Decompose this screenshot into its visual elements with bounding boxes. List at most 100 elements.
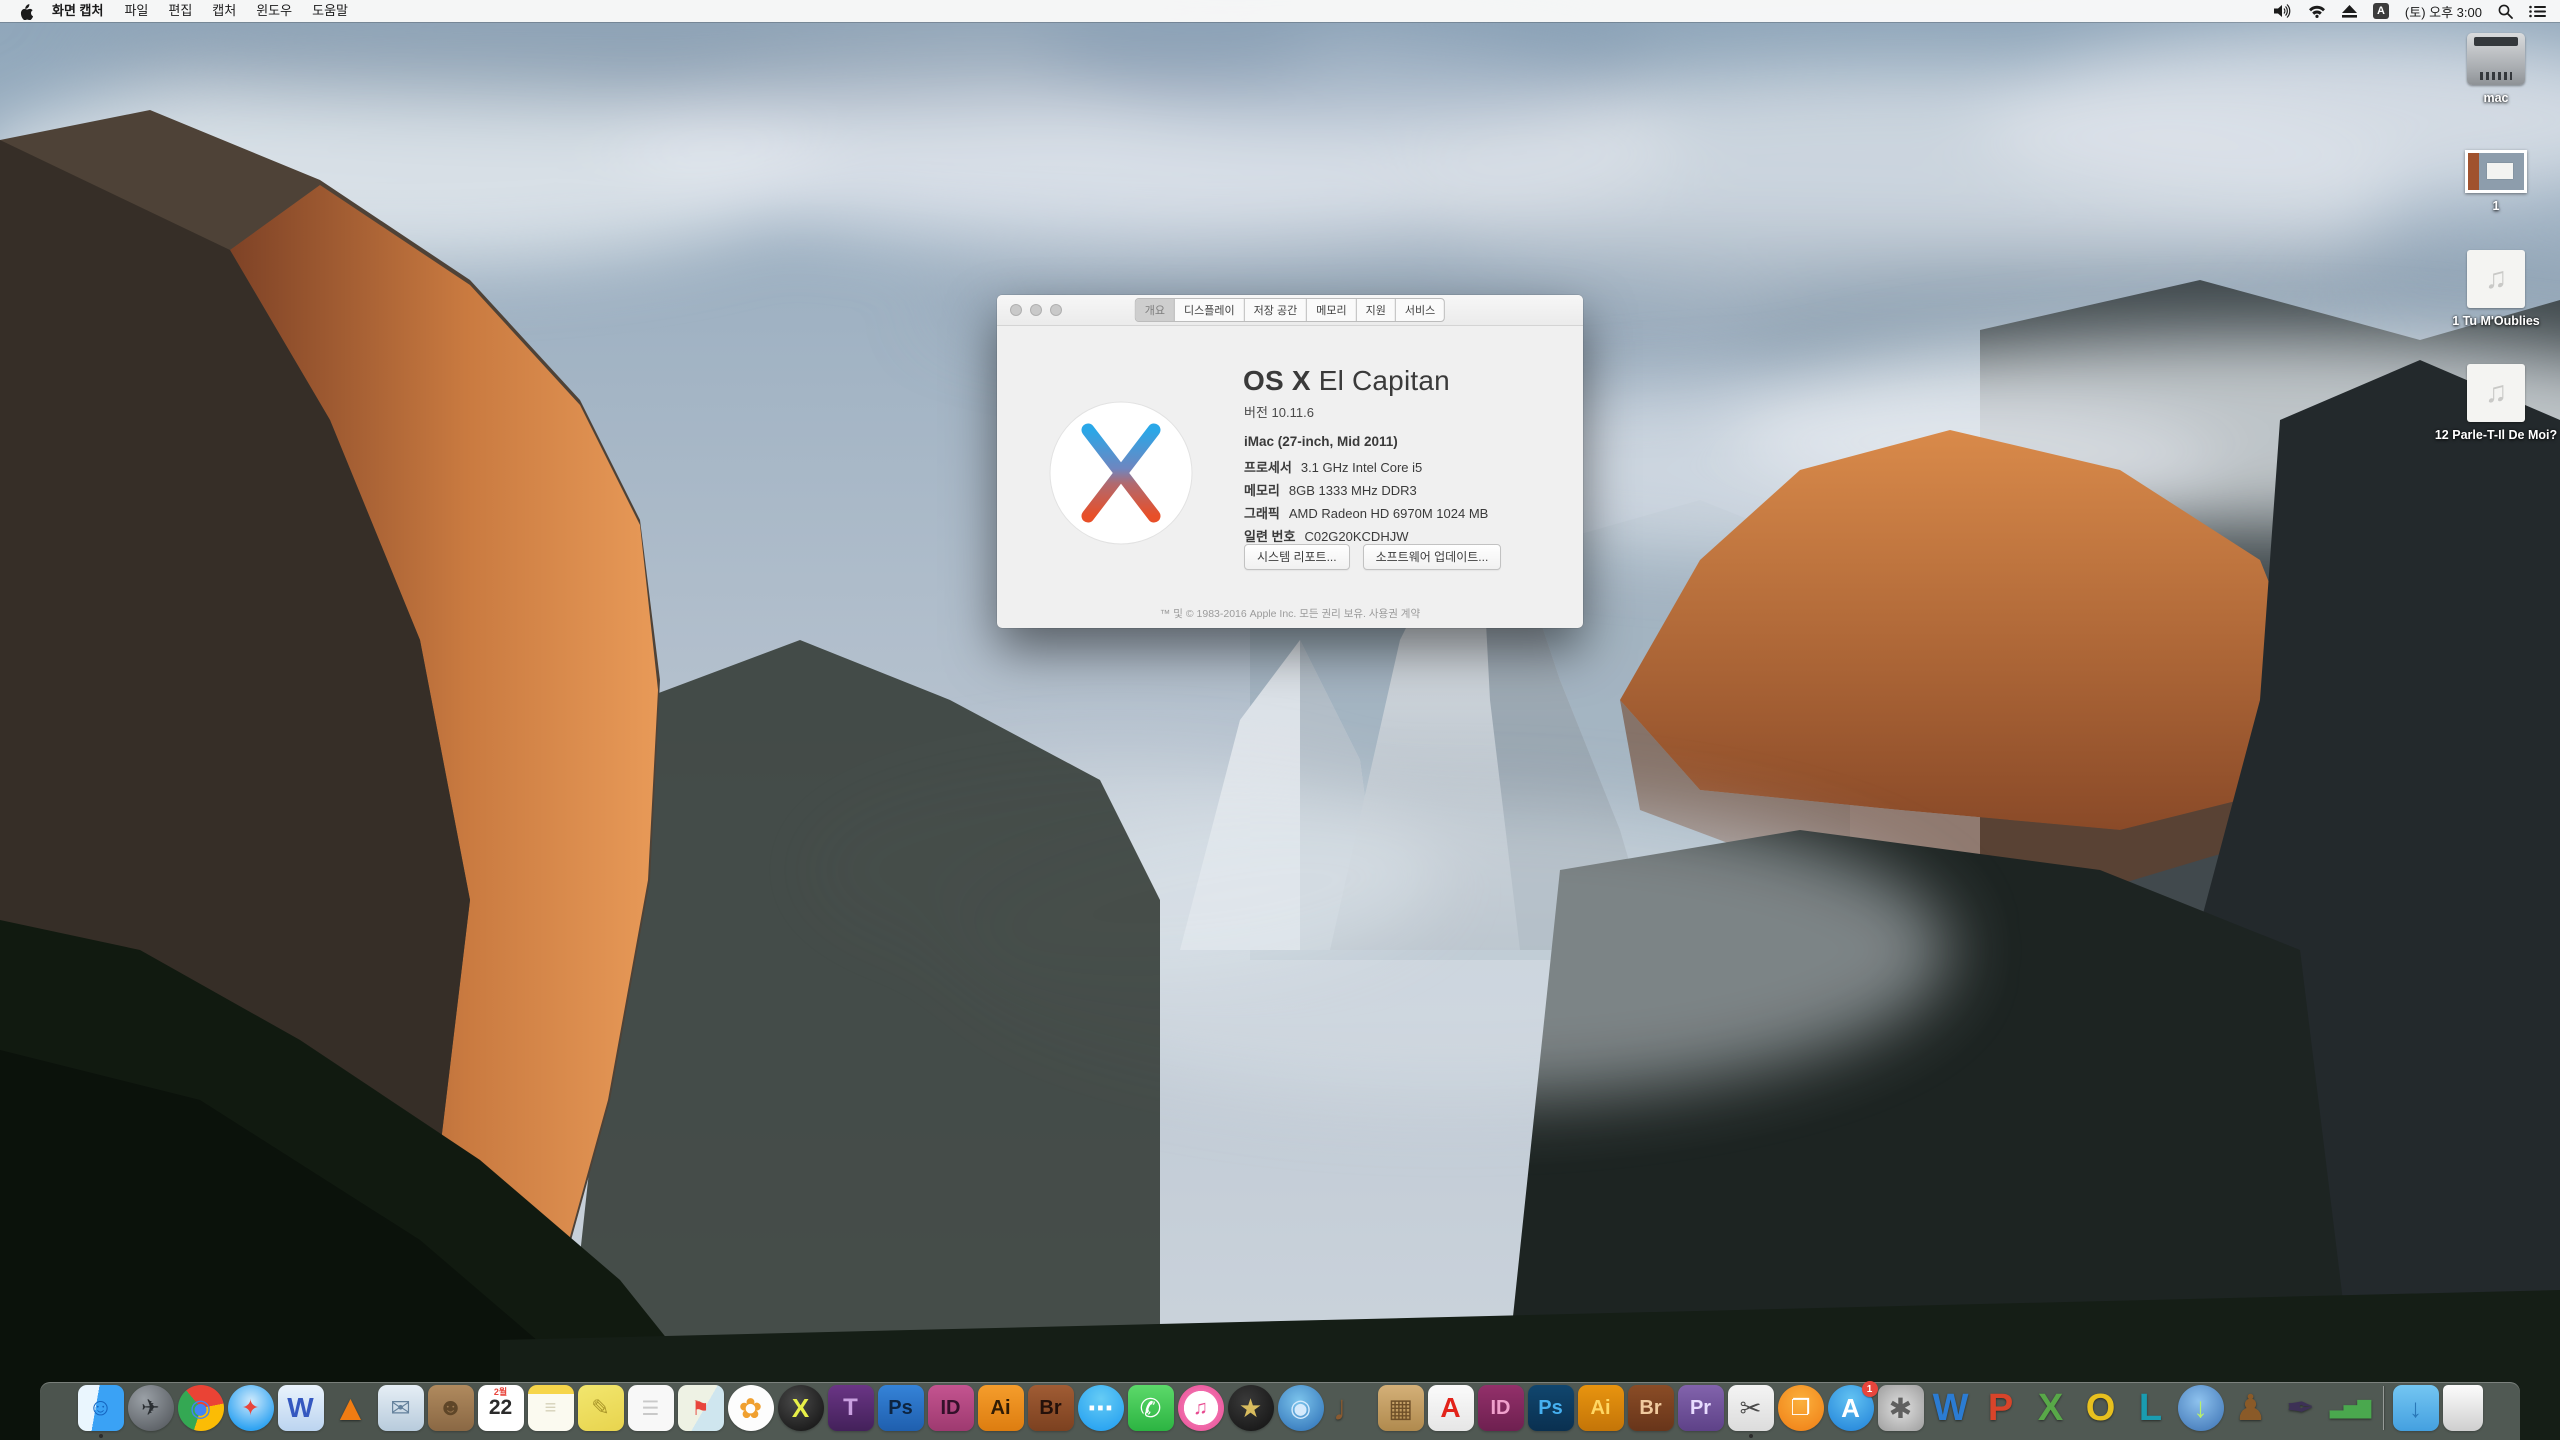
dock-safari-icon[interactable]: ✦ [227,1385,274,1431]
dock-maps-icon[interactable]: ⚑ [677,1385,724,1431]
dock-notes-icon[interactable]: ≡ [527,1385,574,1431]
tab-개요[interactable]: 개요 [1135,299,1176,321]
dock-word-2011-icon[interactable]: W [1928,1385,1974,1431]
desktop-icon-label: 1 Tu M'Oublies [2452,314,2540,328]
dock-contacts-icon[interactable]: ☻ [427,1385,474,1431]
dock-bridge-cs6-icon[interactable]: Br [1627,1385,1674,1431]
minimize-button[interactable] [1030,304,1042,316]
dock-numbers-icon[interactable]: ▃▅▇ [2328,1385,2374,1431]
spotlight-icon[interactable] [2498,4,2513,19]
desktop-icon-audio-file-tu-moublies[interactable]: ♫ 1 Tu M'Oublies [2434,250,2558,329]
dock-ibooks-icon[interactable]: ❐ [1777,1385,1824,1431]
about-buttons: 시스템 리포트... 소프트웨어 업데이트... [1244,544,1502,570]
dock-premiere-cs6-icon[interactable]: Pr [1677,1385,1724,1431]
dock-calendar-icon[interactable]: 22 2월 [477,1385,524,1431]
dock-reminders-icon[interactable]: ☰ [627,1385,674,1431]
zoom-button[interactable] [1050,304,1062,316]
desktop-icon-audio-file-parle-t-il[interactable]: ♫ 12 Parle-T-Il De Moi? [2434,364,2558,443]
dock-facetime-icon[interactable]: ✆ [1127,1385,1174,1431]
dock-grab-screen-capture-icon[interactable]: ✂ [1727,1385,1774,1438]
tab-메모리[interactable]: 메모리 [1307,299,1357,321]
desktop-icon-hard-drive-mac[interactable]: mac [2434,33,2558,106]
volume-icon[interactable] [2273,4,2292,18]
os-version: 버전 10.11.6 [1244,405,1314,420]
tab-지원[interactable]: 지원 [1357,299,1396,321]
dock-itunes-icon[interactable]: ♫ [1177,1385,1224,1431]
about-this-mac-window: 개요 디스플레이 저장 공간 메모리 지원 서비스 OS X El Capitan 버전 … [997,295,1583,628]
dock-acrobat-reader-icon[interactable]: A [1427,1385,1474,1431]
dock-messages-icon[interactable]: ⋯ [1077,1385,1124,1431]
dock-finder-icon[interactable]: ☺ [77,1385,124,1438]
dock-app-store-icon[interactable]: A1 [1827,1381,1878,1431]
dock-photoshop-cs5-icon[interactable]: Ps [877,1385,924,1431]
system-report-button[interactable]: 시스템 리포트... [1244,544,1350,570]
dock-bridge-cs5-icon[interactable]: Br [1027,1385,1074,1431]
mac-model: iMac (27-inch, Mid 2011) [1244,434,1398,449]
dock-quarkxpress-icon[interactable]: X [777,1385,824,1431]
dock-trash-icon[interactable] [2442,1385,2483,1431]
spec-row: 그래픽 AMD Radeon HD 6970M 1024 MB [1244,502,1488,525]
menu-item-file[interactable]: 파일 [114,3,158,18]
spec-label: 그래픽 [1244,506,1280,521]
menu-item-edit[interactable]: 편집 [158,3,202,18]
dock-vlc-icon[interactable]: ▲ [328,1385,374,1431]
dock-chrome-icon[interactable]: ◉ [177,1385,224,1431]
desktop-icon-screenshot-file-1[interactable]: 1 [2434,150,2558,214]
menu-item-window[interactable]: 윈도우 [246,3,302,18]
menu-status-area: A (토) 오후 3:00 [2273,2,2560,21]
dock-illustrator-cs6-icon[interactable]: Ai [1577,1385,1624,1431]
eject-icon[interactable] [2341,4,2357,18]
tab-디스플레이[interactable]: 디스플레이 [1175,299,1245,321]
dock-photoshop-cs6-icon[interactable]: Ps [1527,1385,1574,1431]
wifi-icon[interactable] [2308,5,2326,18]
hard-drive-icon [2467,33,2525,85]
software-update-button[interactable]: 소프트웨어 업데이트... [1362,544,1502,570]
dock-excel-2011-icon[interactable]: X [2028,1385,2074,1431]
dock-mail-icon[interactable]: ✉ [377,1385,424,1431]
window-titlebar[interactable]: 개요 디스플레이 저장 공간 메모리 지원 서비스 [997,295,1583,326]
desktop: 화면 캡처 파일 편집 캡처 윈도우 도움말 A (토) 오후 3:00 mac… [0,0,2560,1440]
tab-저장 공간[interactable]: 저장 공간 [1245,299,1308,321]
os-title-bold: OS X [1243,365,1311,396]
copyright-footer: ™ 및 © 1983-2016 Apple Inc. 모든 권리 보유. 사용권… [1159,608,1421,620]
dock-launchpad-icon[interactable]: ✈ [127,1385,174,1431]
close-button[interactable] [1010,304,1022,316]
notification-center-icon[interactable] [2529,5,2546,18]
menu-item-help[interactable]: 도움말 [302,3,358,18]
dock-dvd-player-icon[interactable]: ◉ [1277,1385,1324,1431]
input-source-badge[interactable]: A [2372,3,2389,19]
dock-indesign-cs6-icon[interactable]: ID [1477,1385,1524,1431]
dock-lync-2011-icon[interactable]: L [2128,1385,2174,1431]
desktop-icon-label: mac [2483,91,2509,105]
dock-illustrator-cs5-icon[interactable]: Ai [977,1385,1024,1431]
dock-imovie-icon[interactable]: ★ [1227,1385,1274,1431]
spec-value: 8GB 1333 MHz DDR3 [1288,483,1417,498]
dock-outlook-2011-icon[interactable]: O [2078,1385,2124,1431]
dock-pages-icon[interactable]: ✒ [2278,1385,2324,1431]
dock-photo-board-icon[interactable]: ▦ [1377,1385,1424,1431]
menu-item-app[interactable]: 화면 캡처 [41,3,114,18]
spec-label: 프로세서 [1244,460,1292,475]
audio-file-icon: ♫ [2467,250,2525,308]
apple-menu-icon[interactable] [18,3,33,20]
menu-clock[interactable]: (토) 오후 3:00 [2405,2,2482,21]
spec-label: 메모리 [1244,483,1280,498]
dock-system-preferences-icon[interactable]: ✱ [1877,1385,1924,1431]
spec-value: 3.1 GHz Intel Core i5 [1300,460,1423,475]
dock-garageband-icon[interactable]: ♩ [1328,1385,1374,1431]
dock-toast-titanium-icon[interactable]: T [827,1385,874,1431]
spec-row: 프로세서 3.1 GHz Intel Core i5 [1244,456,1488,479]
dock-iweb-icon[interactable]: W [277,1385,324,1431]
tab-서비스[interactable]: 서비스 [1396,299,1444,321]
dock-keynote-icon[interactable]: ♟ [2228,1385,2274,1431]
dock-photos-icon[interactable]: ✿ [727,1385,774,1431]
running-indicator-dot [98,1434,103,1438]
dock-stickies-icon[interactable]: ✎ [577,1385,624,1431]
dock-powerpoint-2011-icon[interactable]: P [1978,1385,2024,1431]
menu-item-capture[interactable]: 캡처 [202,3,246,18]
spec-row: 메모리 8GB 1333 MHz DDR3 [1244,479,1488,502]
dock-indesign-cs5-icon[interactable]: ID [927,1385,974,1431]
dock-separator [2382,1386,2384,1430]
dock-downloads-folder-icon[interactable]: ↓ [2392,1385,2439,1431]
dock-downloader-icon[interactable]: ↓ [2177,1385,2224,1431]
